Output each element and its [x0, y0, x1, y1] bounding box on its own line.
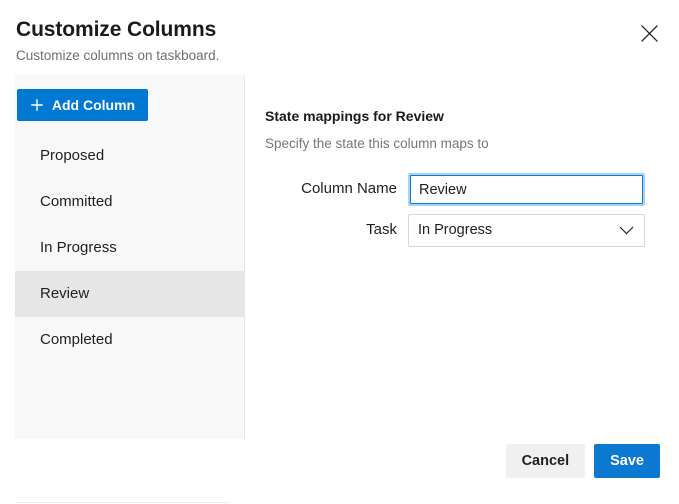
- dialog-footer: Cancel Save: [0, 439, 679, 504]
- list-item-label: Proposed: [40, 147, 105, 164]
- add-column-button[interactable]: Add Column: [17, 89, 148, 121]
- list-item-proposed[interactable]: Proposed: [15, 133, 245, 179]
- task-state-selected-value: In Progress: [418, 222, 493, 238]
- add-column-label: Add Column: [51, 97, 136, 113]
- close-icon: [640, 24, 659, 43]
- list-item-in-progress[interactable]: In Progress: [15, 225, 245, 271]
- column-name-input-wrapper: [408, 173, 645, 206]
- save-button[interactable]: Save: [594, 444, 660, 478]
- list-item-review[interactable]: Review: [15, 271, 245, 317]
- column-name-field-row: Column Name: [265, 173, 645, 206]
- list-item-label: Completed: [40, 331, 113, 348]
- state-mapping-subtitle: Specify the state this column maps to: [265, 136, 489, 151]
- page-title: Customize Columns: [16, 18, 217, 41]
- column-name-label: Column Name: [301, 180, 397, 197]
- column-list: Proposed Committed In Progress Review Co…: [15, 133, 245, 363]
- task-label: Task: [366, 221, 397, 238]
- column-name-input[interactable]: [410, 175, 643, 204]
- list-item-completed[interactable]: Completed: [15, 317, 245, 363]
- columns-panel: Add Column Proposed Committed In Progres…: [15, 75, 245, 439]
- page-subtitle: Customize columns on taskboard.: [16, 48, 220, 63]
- state-mapping-title: State mappings for Review: [265, 108, 444, 124]
- task-field-row: Task In Progress: [265, 214, 645, 247]
- footer-button-group: Cancel Save: [505, 444, 660, 478]
- list-item-label: Committed: [40, 193, 113, 210]
- task-state-select[interactable]: In Progress: [408, 214, 645, 247]
- list-item-committed[interactable]: Committed: [15, 179, 245, 225]
- close-button[interactable]: [633, 17, 665, 49]
- list-item-label: In Progress: [40, 239, 117, 256]
- plus-icon: [30, 98, 44, 112]
- footer-divider: [15, 502, 230, 503]
- cancel-button[interactable]: Cancel: [505, 444, 586, 478]
- dialog-header: Customize Columns Customize columns on t…: [0, 0, 679, 72]
- chevron-down-icon: [619, 215, 634, 246]
- list-item-label: Review: [40, 285, 90, 302]
